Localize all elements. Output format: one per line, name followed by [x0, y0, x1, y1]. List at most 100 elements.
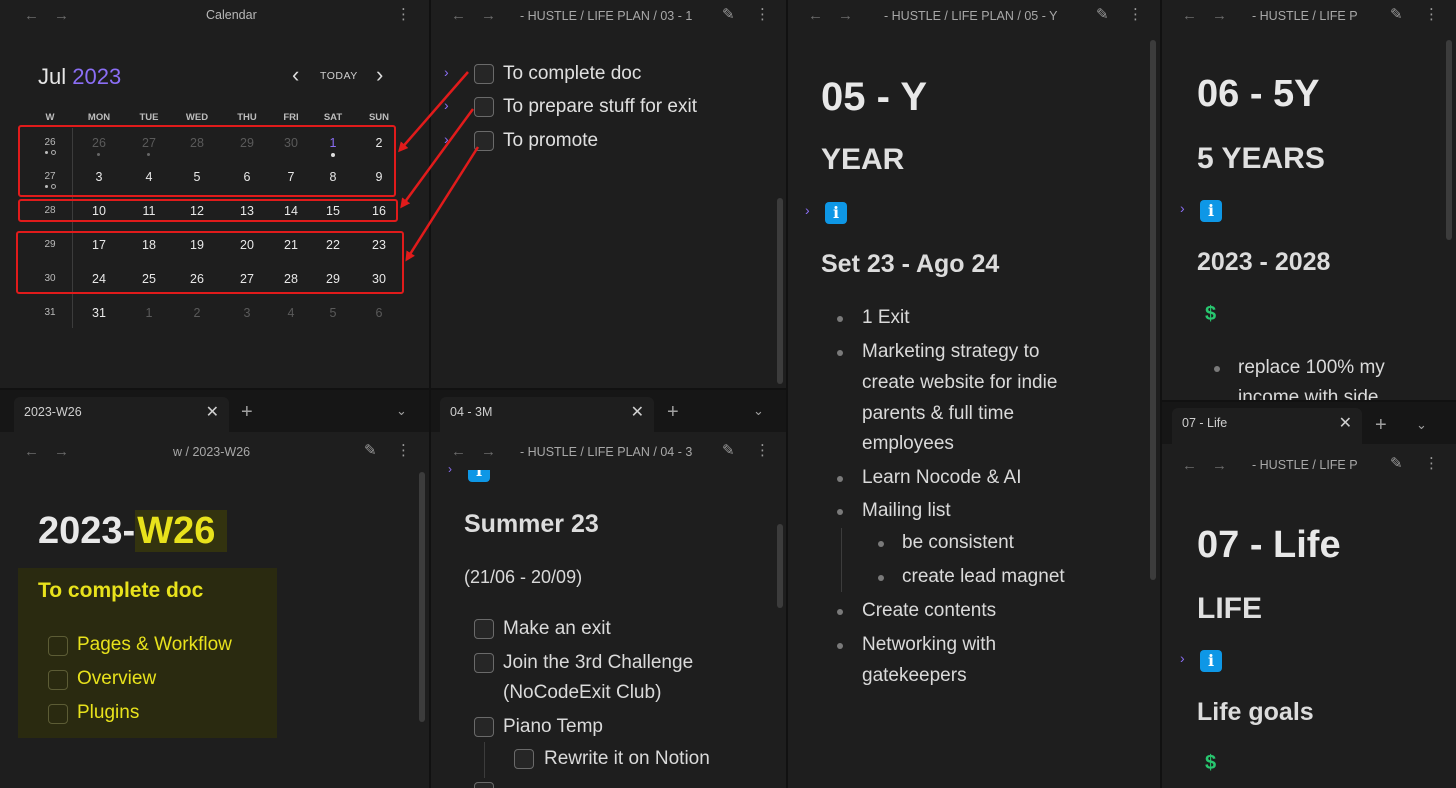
task-checkbox[interactable] — [474, 653, 494, 673]
info-icon[interactable]: i — [825, 202, 847, 224]
new-tab-plus-icon[interactable]: + — [241, 402, 253, 422]
task-checkbox[interactable] — [474, 619, 494, 639]
heading-period: 2023 - 2028 — [1197, 248, 1331, 276]
collapse-caret-icon[interactable]: › — [805, 202, 810, 218]
task-checkbox[interactable] — [474, 97, 494, 117]
calendar-day[interactable]: 3 — [232, 306, 262, 320]
forward-arrow-icon[interactable]: → — [54, 444, 69, 459]
chevron-right-icon[interactable]: › — [376, 64, 383, 86]
chevron-down-icon[interactable]: ⌄ — [1416, 418, 1427, 431]
chevron-down-icon[interactable]: ⌄ — [396, 404, 407, 417]
list-item: Networking with — [862, 634, 997, 655]
day-header: WED — [185, 112, 209, 123]
edit-icon[interactable]: ✎ — [722, 7, 735, 22]
calendar-day[interactable]: 6 — [364, 306, 394, 320]
back-arrow-icon[interactable]: ← — [24, 8, 39, 23]
scrollbar[interactable] — [777, 198, 783, 384]
edit-icon[interactable]: ✎ — [1096, 7, 1109, 22]
edit-icon[interactable]: ✎ — [1390, 456, 1403, 471]
chevron-left-icon[interactable]: ‹ — [292, 64, 299, 86]
calendar-month: Jul — [38, 64, 67, 89]
info-icon[interactable]: i — [468, 470, 490, 482]
calendar-day[interactable]: 1 — [134, 306, 164, 320]
breadcrumb[interactable]: - HUSTLE / LIFE PLAN / 03 - 1 — [520, 10, 706, 23]
new-tab-plus-icon[interactable]: + — [1375, 415, 1387, 435]
task-checkbox[interactable] — [48, 636, 68, 656]
breadcrumb[interactable]: - HUSTLE / LIFE PLAN / 05 - Y — [884, 10, 1074, 23]
calendar-day[interactable]: 2 — [182, 306, 212, 320]
back-arrow-icon[interactable]: ← — [451, 8, 466, 23]
info-icon[interactable]: i — [1200, 200, 1222, 222]
scrollbar[interactable] — [777, 524, 783, 608]
scrollbar[interactable] — [419, 472, 425, 722]
forward-arrow-icon[interactable]: → — [838, 8, 853, 23]
pane-divider[interactable] — [1160, 0, 1162, 788]
collapse-caret-icon[interactable]: › — [1180, 200, 1185, 216]
task-checkbox[interactable] — [48, 670, 68, 690]
tab-04-3m[interactable]: 04 - 3M ✕ — [440, 397, 654, 432]
back-arrow-icon[interactable]: ← — [451, 444, 466, 459]
more-options-icon[interactable]: ⋮ — [1424, 456, 1439, 471]
forward-arrow-icon[interactable]: → — [481, 8, 496, 23]
pane-divider[interactable] — [0, 388, 786, 390]
breadcrumb[interactable]: - HUSTLE / LIFE P — [1252, 10, 1370, 23]
breadcrumb[interactable]: - HUSTLE / LIFE PLAN / 04 - 3 — [520, 446, 706, 459]
forward-arrow-icon[interactable]: → — [481, 444, 496, 459]
breadcrumb[interactable]: w / 2023-W26 — [173, 446, 250, 459]
calendar-day[interactable]: 31 — [84, 306, 114, 320]
chevron-down-icon[interactable]: ⌄ — [753, 404, 764, 417]
forward-arrow-icon[interactable]: → — [1212, 8, 1227, 23]
forward-arrow-icon[interactable]: → — [1212, 458, 1227, 473]
task-checkbox[interactable] — [474, 64, 494, 84]
bullet — [878, 541, 884, 547]
edit-icon[interactable]: ✎ — [364, 443, 377, 458]
bullet — [837, 509, 843, 515]
task-checkbox[interactable] — [474, 131, 494, 151]
back-arrow-icon[interactable]: ← — [1182, 8, 1197, 23]
calendar-day[interactable]: 5 — [318, 306, 348, 320]
collapse-caret-icon[interactable]: › — [444, 64, 449, 80]
calendar-title: Calendar — [206, 9, 257, 22]
more-options-icon[interactable]: ⋮ — [755, 443, 770, 458]
more-options-icon[interactable]: ⋮ — [396, 443, 411, 458]
collapse-caret-icon[interactable]: › — [448, 462, 452, 476]
new-tab-plus-icon[interactable]: + — [667, 402, 679, 422]
pane-divider[interactable] — [1162, 400, 1456, 402]
close-icon[interactable]: ✕ — [631, 402, 644, 422]
collapse-caret-icon[interactable]: › — [444, 97, 449, 113]
task-checkbox[interactable] — [474, 717, 494, 737]
more-options-icon[interactable]: ⋮ — [1128, 7, 1143, 22]
pane-divider[interactable] — [786, 0, 788, 788]
more-options-icon[interactable]: ⋮ — [1424, 7, 1439, 22]
task-text: Plugins — [77, 702, 140, 723]
task-checkbox[interactable] — [474, 782, 494, 788]
collapse-caret-icon[interactable]: › — [444, 131, 449, 147]
tab-2023-w26[interactable]: 2023-W26 ✕ — [14, 397, 229, 432]
back-arrow-icon[interactable]: ← — [1182, 458, 1197, 473]
tab-life[interactable]: 07 - Life ✕ — [1172, 408, 1362, 444]
close-icon[interactable]: ✕ — [206, 402, 219, 422]
breadcrumb[interactable]: - HUSTLE / LIFE P — [1252, 459, 1370, 472]
back-arrow-icon[interactable]: ← — [24, 444, 39, 459]
today-button[interactable]: TODAY — [320, 70, 358, 82]
close-icon[interactable]: ✕ — [1339, 413, 1352, 433]
edit-icon[interactable]: ✎ — [1390, 7, 1403, 22]
forward-arrow-icon[interactable]: → — [54, 8, 69, 23]
task-checkbox[interactable] — [48, 704, 68, 724]
scrollbar[interactable] — [1150, 40, 1156, 580]
pane-divider[interactable] — [429, 0, 431, 788]
calendar-day[interactable]: 4 — [276, 306, 306, 320]
list-item: 1 Exit — [862, 307, 910, 328]
more-options-icon[interactable]: ⋮ — [755, 7, 770, 22]
edit-icon[interactable]: ✎ — [722, 443, 735, 458]
scrollbar[interactable] — [1446, 40, 1452, 240]
info-icon[interactable]: i — [1200, 650, 1222, 672]
day-header: TUE — [139, 112, 159, 123]
collapse-caret-icon[interactable]: › — [1180, 650, 1185, 666]
week-number[interactable]: 31 — [34, 307, 66, 318]
back-arrow-icon[interactable]: ← — [808, 8, 823, 23]
year-pane: ← → - HUSTLE / LIFE PLAN / 05 - Y ✎ ⋮ 05… — [788, 0, 1160, 788]
list-item-nested: create lead magnet — [902, 566, 1065, 587]
more-options-icon[interactable]: ⋮ — [396, 7, 411, 22]
task-checkbox[interactable] — [514, 749, 534, 769]
